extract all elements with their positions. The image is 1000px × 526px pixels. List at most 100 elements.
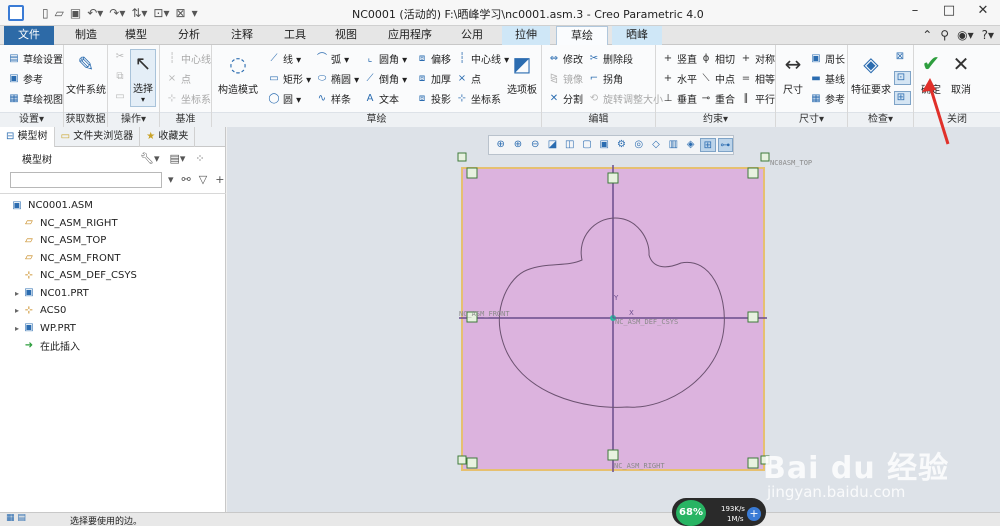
tab-model-tree[interactable]: ⊟ 模型树 <box>0 127 55 147</box>
baseline-button[interactable]: ▬ 基线 <box>810 71 845 87</box>
centerline-button[interactable]: ┆ 中心线 ▾ <box>456 51 509 67</box>
line-button[interactable]: ⟋ 线 ▾ <box>268 51 302 67</box>
tree-item[interactable]: ➜ 在此插入 <box>0 337 226 355</box>
datum-point-button[interactable]: × 点 <box>166 71 191 87</box>
sketch-setup-button[interactable]: ▤ 草绘设置 <box>8 51 63 67</box>
tree-item[interactable]: ▱ NC_ASM_FRONT <box>0 250 226 268</box>
highlight-open-ends-icon[interactable]: ⊡ <box>894 71 911 85</box>
expand-icon[interactable]: ▸ <box>12 324 22 333</box>
tree-item[interactable]: ▣ NC0001.ASM <box>0 197 226 215</box>
graphics-area[interactable]: ⊕ ⊕ ⊖ ◪ ◫ ▢ ▣ ⚙ ◎ ◇ ▥ ◈ ⊞ ⊶ NC0ASM_TOP N… <box>227 127 1000 512</box>
equal-constraint-button[interactable]: = 相等 <box>740 71 775 87</box>
status-grid-icon[interactable]: ▦ ▤ <box>6 513 26 523</box>
delete-segment-button[interactable]: ✂ 删除段 <box>588 51 633 67</box>
corner-button[interactable]: ⌐ 拐角 <box>588 71 623 87</box>
project-button[interactable]: ⧈ 投影 <box>416 91 451 107</box>
rectangle-button[interactable]: ▭ 矩形 ▾ <box>268 71 311 87</box>
circle-button[interactable]: ◯ 圆 ▾ <box>268 91 301 107</box>
datum-csys-button[interactable]: ⊹ 坐标系 <box>166 91 211 107</box>
select-dropdown-icon[interactable]: ▾ <box>141 95 145 104</box>
add-icon[interactable]: + <box>215 173 224 186</box>
ellipse-button[interactable]: ⬭ 椭圆 ▾ <box>316 71 359 87</box>
tangent-constraint-button[interactable]: ϕ 相切 <box>700 51 735 67</box>
tree-item[interactable]: ▱ NC_ASM_TOP <box>0 232 226 250</box>
group-setup-label[interactable]: 设置▾ <box>0 112 63 127</box>
minimize-button[interactable]: – <box>898 0 932 24</box>
tree-item[interactable]: ⊹ NC_ASM_DEF_CSYS <box>0 267 226 285</box>
tree-item[interactable]: ▸ ▣ NC01.PRT <box>0 285 226 303</box>
file-system-button[interactable]: ✎ 文件系统 <box>66 51 106 96</box>
palette-button[interactable]: ◩ 选项板 <box>504 51 540 96</box>
redo-icon[interactable]: ↷▾ <box>109 6 125 20</box>
tree-item[interactable]: ▱ NC_ASM_RIGHT <box>0 215 226 233</box>
network-percent[interactable]: 68% <box>676 500 706 526</box>
tab-extrude[interactable]: 拉伸 <box>502 26 550 45</box>
group-inspect-label[interactable]: 检查▾ <box>848 112 913 127</box>
close-window-icon[interactable]: ⊠ <box>176 6 186 20</box>
expand-icon[interactable]: ▸ <box>12 289 22 298</box>
perpendicular-constraint-button[interactable]: ⊥ 垂直 <box>662 91 697 107</box>
search-dropdown-icon[interactable]: ▾ <box>168 173 174 186</box>
references-button[interactable]: ▣ 参考 <box>8 71 43 87</box>
tree-search-input[interactable] <box>10 172 162 188</box>
expand-icon[interactable]: ▸ <box>12 306 22 315</box>
shade-closed-loops-icon[interactable]: ⊞ <box>894 91 911 105</box>
tab-folder-browser[interactable]: ▭ 文件夹浏览器 <box>55 127 141 147</box>
tab-common[interactable]: 公用 <box>448 26 496 45</box>
group-constrain-label[interactable]: 约束▾ <box>656 112 775 127</box>
tab-favorites[interactable]: ★ 收藏夹 <box>140 127 196 147</box>
copy-icon[interactable]: ⧉ <box>114 71 129 83</box>
tab-mfg[interactable]: 制造 <box>62 26 110 45</box>
tree-item[interactable]: ▸ ⊹ ACS0 <box>0 302 226 320</box>
select-button[interactable]: ↖ 选择 ▾ <box>130 49 156 107</box>
divide-button[interactable]: ✕ 分割 <box>548 91 583 107</box>
search-icon[interactable]: ⚲ <box>940 28 949 42</box>
modify-button[interactable]: ⇔ 修改 <box>548 51 583 67</box>
fillet-button[interactable]: ⌞ 圆角 ▾ <box>364 51 408 67</box>
paste-icon[interactable]: ▭ <box>114 91 129 103</box>
csys-button[interactable]: ⊹ 坐标系 <box>456 91 501 107</box>
help-icon[interactable]: ?▾ <box>982 28 994 42</box>
tree-grid-icon[interactable]: ⁘ <box>195 152 204 165</box>
tab-tools[interactable]: 工具 <box>271 26 319 45</box>
parallel-constraint-button[interactable]: ∥ 平行 <box>740 91 776 107</box>
reference-dim-button[interactable]: ▦ 参考 <box>810 91 845 107</box>
open-file-icon[interactable]: ▱ <box>55 6 64 20</box>
tree-show-icon[interactable]: ▤▾ <box>170 152 186 165</box>
minimize-ribbon-icon[interactable]: ⌃ <box>922 28 932 42</box>
rotate-resize-button[interactable]: ⟲ 旋转调整大小 <box>588 91 663 107</box>
mirror-button[interactable]: ⧎ 镜像 <box>548 71 583 87</box>
binoculars-icon[interactable]: ⚯ <box>182 173 191 186</box>
group-dimension-label[interactable]: 尺寸▾ <box>776 112 847 127</box>
tab-analysis[interactable]: 分析 <box>165 26 213 45</box>
feature-requirements-button[interactable]: ◈ 特征要求 <box>850 51 892 96</box>
point-button[interactable]: × 点 <box>456 71 481 87</box>
perimeter-button[interactable]: ▣ 周长 <box>810 51 845 67</box>
windows-icon[interactable]: ⊡▾ <box>153 6 169 20</box>
normal-dimension-button[interactable]: ↔ 尺寸 <box>778 51 808 96</box>
cut-icon[interactable]: ✂ <box>114 51 129 63</box>
text-button[interactable]: A 文本 <box>364 91 399 107</box>
arc-button[interactable]: ⌒ 弧 ▾ <box>316 51 349 67</box>
symmetric-constraint-button[interactable]: + 对称 <box>740 51 775 67</box>
sketch-view-button[interactable]: ▦ 草绘视图 <box>8 91 63 107</box>
chamfer-button[interactable]: ⟋ 倒角 ▾ <box>364 71 408 87</box>
coincident-constraint-button[interactable]: ⊸ 重合 <box>700 91 735 107</box>
midpoint-constraint-button[interactable]: ⟍ 中点 <box>700 71 736 87</box>
datum-centerline-button[interactable]: ┆ 中心线 <box>166 51 211 67</box>
tab-annotate[interactable]: 注释 <box>218 26 266 45</box>
undo-icon[interactable]: ↶▾ <box>87 6 103 20</box>
help-center-icon[interactable]: ◉▾ <box>957 28 974 42</box>
horizontal-constraint-button[interactable]: + 水平 <box>662 71 697 87</box>
close-button[interactable]: ✕ <box>966 0 1000 24</box>
tab-file[interactable]: 文件 <box>4 26 54 45</box>
maximize-button[interactable]: □ <box>932 0 966 24</box>
tab-shaifeng[interactable]: 晒峰 <box>612 26 662 45</box>
tab-model[interactable]: 模型 <box>112 26 160 45</box>
spline-button[interactable]: ∿ 样条 <box>316 91 351 107</box>
overlap-geometry-icon[interactable]: ⊠ <box>894 51 909 63</box>
construction-mode-button[interactable]: ◌ 构造模式 <box>218 51 258 96</box>
tree-item[interactable]: ▸ ▣ WP.PRT <box>0 320 226 338</box>
tree-settings-icon[interactable]: 🔧︎▾ <box>140 152 160 165</box>
customize-qat-icon[interactable]: ▾ <box>192 6 198 20</box>
